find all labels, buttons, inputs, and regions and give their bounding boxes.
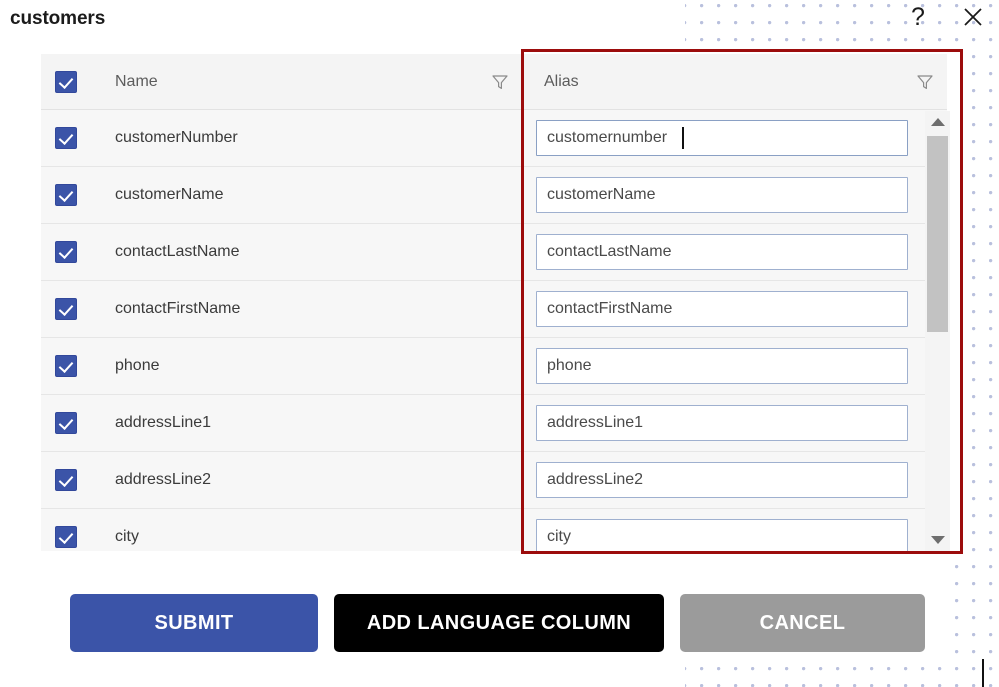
cell-name: contactLastName	[41, 224, 522, 280]
scrollbar-up-button[interactable]	[925, 111, 950, 133]
cell-alias	[522, 338, 947, 394]
cancel-button[interactable]: CANCEL	[680, 594, 925, 652]
row-checkbox[interactable]	[55, 526, 77, 548]
row-checkbox[interactable]	[55, 127, 77, 149]
column-header-name: Name	[115, 72, 158, 90]
table-row: addressLine2	[41, 452, 947, 509]
column-header-alias: Alias	[544, 72, 579, 90]
close-icon[interactable]	[958, 2, 988, 32]
cell-alias	[522, 110, 947, 166]
cell-name: addressLine2	[41, 452, 522, 508]
dialog-action-bar: SUBMIT ADD LANGUAGE COLUMN CANCEL	[70, 594, 925, 652]
table-row: contactLastName	[41, 224, 947, 281]
cell-name: city	[41, 509, 522, 551]
column-name-value: customerNumber	[115, 129, 238, 146]
row-checkbox[interactable]	[55, 298, 77, 320]
table-row: customerName	[41, 167, 947, 224]
cell-name: customerName	[41, 167, 522, 223]
table-row: phone	[41, 338, 947, 395]
alias-input[interactable]	[536, 291, 908, 327]
alias-input[interactable]	[536, 405, 908, 441]
help-icon[interactable]: ?	[903, 2, 933, 32]
cell-alias	[522, 167, 947, 223]
page-title: customers	[10, 8, 106, 29]
scrollbar-thumb[interactable]	[927, 136, 948, 332]
column-mapping-table: Name Alias customerNumber customerName conta…	[41, 54, 947, 551]
cell-name: contactFirstName	[41, 281, 522, 337]
row-checkbox[interactable]	[55, 412, 77, 434]
submit-button[interactable]: SUBMIT	[70, 594, 318, 652]
chevron-down-icon	[930, 536, 945, 544]
header-cell-name: Name	[41, 54, 522, 109]
row-checkbox[interactable]	[55, 469, 77, 491]
table-row: customerNumber	[41, 110, 947, 167]
alias-column-filter-icon[interactable]	[916, 73, 934, 91]
table-header-row: Name Alias	[41, 54, 947, 110]
table-row: addressLine1	[41, 395, 947, 452]
row-checkbox[interactable]	[55, 184, 77, 206]
alias-input[interactable]	[536, 519, 908, 551]
cell-alias	[522, 509, 947, 551]
column-name-value: addressLine1	[115, 414, 212, 431]
alias-input[interactable]	[536, 348, 908, 384]
cell-name: addressLine1	[41, 395, 522, 451]
header-cell-alias: Alias	[522, 54, 947, 109]
alias-input[interactable]	[536, 462, 908, 498]
cell-alias	[522, 281, 947, 337]
row-checkbox[interactable]	[55, 355, 77, 377]
select-all-checkbox[interactable]	[55, 70, 77, 93]
add-language-column-button[interactable]: ADD LANGUAGE COLUMN	[334, 594, 664, 652]
name-column-filter-icon[interactable]	[491, 73, 509, 91]
cell-name: phone	[41, 338, 522, 394]
cell-alias	[522, 452, 947, 508]
cell-alias	[522, 224, 947, 280]
column-name-value: city	[115, 528, 139, 545]
alias-input[interactable]	[536, 177, 908, 213]
column-name-value: addressLine2	[115, 471, 212, 488]
text-cursor	[682, 127, 684, 149]
column-name-value: contactFirstName	[115, 300, 241, 317]
alias-input[interactable]	[536, 120, 908, 156]
cell-name: customerNumber	[41, 110, 522, 166]
column-name-value: customerName	[115, 186, 224, 203]
column-name-value: contactLastName	[115, 243, 240, 260]
row-checkbox[interactable]	[55, 241, 77, 263]
scrollbar-down-button[interactable]	[925, 529, 950, 551]
table-row: contactFirstName	[41, 281, 947, 338]
cell-alias	[522, 395, 947, 451]
alias-input[interactable]	[536, 234, 908, 270]
alias-column-scrollbar[interactable]	[925, 111, 950, 551]
bottom-right-marker	[982, 659, 984, 687]
chevron-up-icon	[930, 118, 945, 126]
table-row: city	[41, 509, 947, 551]
column-name-value: phone	[115, 357, 160, 374]
